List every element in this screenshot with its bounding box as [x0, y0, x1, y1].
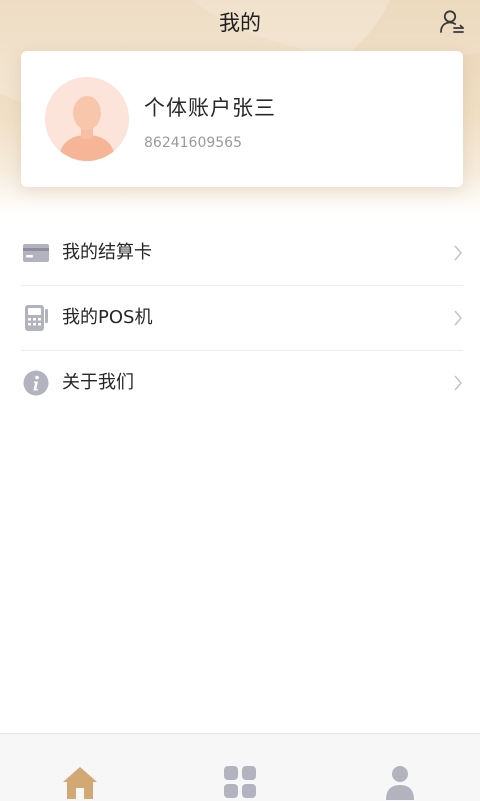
switch-account-icon[interactable] [438, 8, 466, 36]
page-title: 我的 [219, 11, 261, 35]
apps-grid-icon [224, 766, 256, 798]
profile-card[interactable]: 个体账户张三 86241609565 [21, 51, 463, 187]
user-avatar-icon [45, 77, 129, 161]
settings-menu: 我的结算卡 我的POS机 关于我们 [21, 221, 463, 415]
profile-name: 个体账户张三 [144, 96, 276, 120]
tab-apps[interactable] [160, 734, 320, 801]
tab-home[interactable] [0, 734, 160, 801]
tab-profile[interactable] [320, 734, 480, 801]
menu-item-label: 我的POS机 [62, 307, 153, 328]
person-icon [386, 766, 414, 800]
menu-item-label: 关于我们 [62, 372, 134, 393]
menu-item-settlement-card[interactable]: 我的结算卡 [21, 221, 463, 286]
chevron-right-icon [453, 308, 463, 328]
menu-item-label: 我的结算卡 [62, 242, 152, 263]
profile-account-id: 86241609565 [144, 135, 242, 151]
info-icon [23, 370, 49, 396]
chevron-right-icon [453, 243, 463, 263]
pos-terminal-icon [23, 305, 49, 331]
bottom-tab-bar [0, 733, 480, 801]
chevron-right-icon [453, 373, 463, 393]
bank-card-icon [23, 240, 49, 266]
home-icon [63, 767, 97, 799]
menu-item-about-us[interactable]: 关于我们 [21, 351, 463, 415]
menu-item-pos-machine[interactable]: 我的POS机 [21, 286, 463, 351]
